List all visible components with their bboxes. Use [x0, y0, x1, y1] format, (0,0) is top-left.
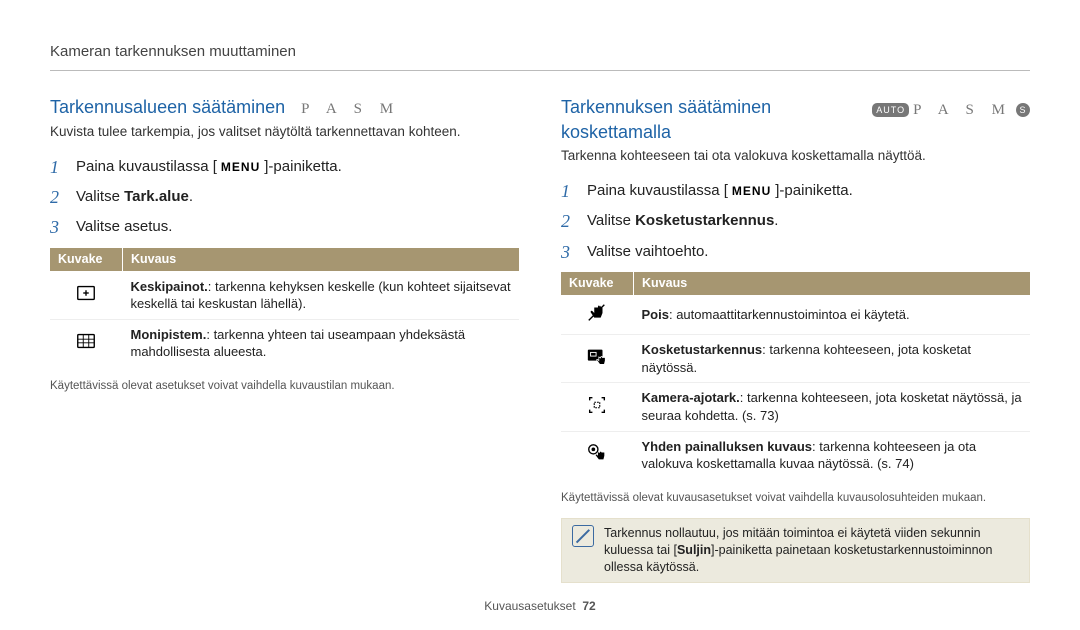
table-row: Keskipainot.: tarkenna kehyksen keskelle… [50, 271, 519, 319]
note-icon [572, 525, 594, 547]
cell-desc: Yhden painalluksen kuvaus: tarkenna koht… [634, 431, 1031, 479]
th-desc: Kuvaus [123, 248, 520, 271]
left-table: Kuvake Kuvaus Keskipainot.: tarkenna keh… [50, 248, 519, 367]
right-footnote: Käytettävissä olevat kuvausasetukset voi… [561, 491, 1030, 507]
cell-icon [561, 335, 634, 383]
shutter-hand-icon [586, 442, 608, 464]
page-header: Kameran tarkennuksen muuttaminen [50, 42, 1030, 71]
step-text-b: . [774, 212, 778, 229]
right-table: Kuvake Kuvaus Pois: automaattitarkennust… [561, 272, 1030, 479]
left-column: Tarkennusalueen säätäminen P A S M Kuvis… [50, 95, 519, 583]
table-row: Pois: automaattitarkennustoimintoa ei kä… [561, 295, 1030, 335]
step-text-pre: Paina kuvaustilassa [ [76, 158, 217, 175]
center-plus-icon [75, 282, 97, 304]
step-number: 2 [561, 209, 587, 233]
step-3: 3 Valitse vaihtoehto. [561, 240, 1030, 264]
table-row: Kosketustarkennus: tarkenna kohteeseen, … [561, 335, 1030, 383]
step-text-pre: Paina kuvaustilassa [ [587, 182, 728, 199]
step-number: 2 [50, 185, 76, 209]
step-text-post: ]-painiketta. [775, 182, 853, 199]
cell-icon [561, 431, 634, 479]
cell-desc: Pois: automaattitarkennustoimintoa ei kä… [634, 295, 1031, 335]
page: Kameran tarkennuksen muuttaminen Tarkenn… [0, 0, 1080, 630]
right-title: Tarkennuksen säätäminen koskettamalla [561, 95, 856, 144]
cell-icon [561, 383, 634, 431]
th-icon: Kuvake [561, 272, 634, 295]
cell-desc: Monipistem.: tarkenna yhteen tai useampa… [123, 319, 520, 367]
step-number: 1 [561, 179, 587, 203]
table-row: Kamera-ajotark.: tarkenna kohteeseen, jo… [561, 383, 1030, 431]
left-intro: Kuvista tulee tarkempia, jos valitset nä… [50, 123, 519, 141]
step-1: 1 Paina kuvaustilassa [MENU]-painiketta. [50, 155, 519, 179]
th-icon: Kuvake [50, 248, 123, 271]
columns: Tarkennusalueen säätäminen P A S M Kuvis… [50, 95, 1030, 583]
term: Pois [642, 307, 669, 322]
left-footnote: Käytettävissä olevat asetukset voivat va… [50, 379, 519, 395]
step-1: 1 Paina kuvaustilassa [MENU]-painiketta. [561, 179, 1030, 203]
desc: : automaattitarkennustoimintoa ei käytet… [669, 307, 910, 322]
step-text-post: ]-painiketta. [264, 158, 342, 175]
th-desc: Kuvaus [634, 272, 1031, 295]
cell-icon [50, 319, 123, 367]
left-modes: P A S M [301, 99, 400, 119]
term: Kosketustarkennus [642, 342, 763, 357]
note-text: Tarkennus nollautuu, jos mitään toiminto… [604, 525, 1019, 576]
term: Kamera-ajotark. [642, 390, 740, 405]
cell-desc: Kamera-ajotark.: tarkenna kohteeseen, jo… [634, 383, 1031, 431]
left-steps: 1 Paina kuvaustilassa [MENU]-painiketta.… [50, 155, 519, 240]
left-title: Tarkennusalueen säätäminen [50, 95, 285, 119]
hand-off-icon [586, 302, 608, 324]
step-text: Valitse Kosketustarkennus. [587, 211, 778, 231]
note-box: Tarkennus nollautuu, jos mitään toiminto… [561, 518, 1030, 583]
step-text-bold: Tark.alue [124, 188, 189, 205]
step-number: 1 [50, 155, 76, 179]
step-text: Paina kuvaustilassa [MENU]-painiketta. [587, 181, 853, 201]
cell-icon [50, 271, 123, 319]
table-row: Yhden painalluksen kuvaus: tarkenna koht… [561, 431, 1030, 479]
mode-auto-chip: AUTO [872, 103, 909, 117]
right-title-row: Tarkennuksen säätäminen koskettamalla AU… [561, 95, 1030, 144]
step-number: 3 [561, 240, 587, 264]
right-steps: 1 Paina kuvaustilassa [MENU]-painiketta.… [561, 179, 1030, 264]
step-3: 3 Valitse asetus. [50, 215, 519, 239]
right-modes: AUTO P A S M S [872, 100, 1030, 120]
cell-desc: Kosketustarkennus: tarkenna kohteeseen, … [634, 335, 1031, 383]
step-text-bold: Kosketustarkennus [635, 212, 774, 229]
right-intro: Tarkenna kohteeseen tai ota valokuva kos… [561, 147, 1030, 165]
step-text-a: Valitse [587, 212, 635, 229]
cell-icon [561, 295, 634, 335]
footer-page: 72 [582, 599, 595, 613]
step-text: Paina kuvaustilassa [MENU]-painiketta. [76, 157, 342, 177]
page-footer: Kuvausasetukset 72 [0, 598, 1080, 614]
term: Keskipainot. [131, 279, 208, 294]
grid-icon [75, 330, 97, 352]
note-bold: Suljin [677, 543, 711, 557]
step-text: Valitse Tark.alue. [76, 187, 193, 207]
step-text-a: Valitse asetus. [76, 218, 172, 235]
step-2: 2 Valitse Tark.alue. [50, 185, 519, 209]
step-text-b: . [189, 188, 193, 205]
touch-focus-icon [586, 346, 608, 368]
modes-text: P A S M [913, 100, 1012, 120]
menu-label: MENU [728, 183, 775, 199]
step-text-a: Valitse vaihtoehto. [587, 243, 708, 260]
step-text: Valitse vaihtoehto. [587, 242, 708, 262]
step-text-a: Valitse [76, 188, 124, 205]
table-row: Monipistem.: tarkenna yhteen tai useampa… [50, 319, 519, 367]
step-number: 3 [50, 215, 76, 239]
footer-label: Kuvausasetukset [484, 599, 575, 613]
crosshair-icon [586, 394, 608, 416]
term: Monipistem. [131, 327, 207, 342]
menu-label: MENU [217, 159, 264, 175]
cell-desc: Keskipainot.: tarkenna kehyksen keskelle… [123, 271, 520, 319]
step-2: 2 Valitse Kosketustarkennus. [561, 209, 1030, 233]
left-title-row: Tarkennusalueen säätäminen P A S M [50, 95, 519, 119]
step-text: Valitse asetus. [76, 217, 172, 237]
right-column: Tarkennuksen säätäminen koskettamalla AU… [561, 95, 1030, 583]
mode-s-chip: S [1016, 103, 1030, 117]
term: Yhden painalluksen kuvaus [642, 439, 813, 454]
